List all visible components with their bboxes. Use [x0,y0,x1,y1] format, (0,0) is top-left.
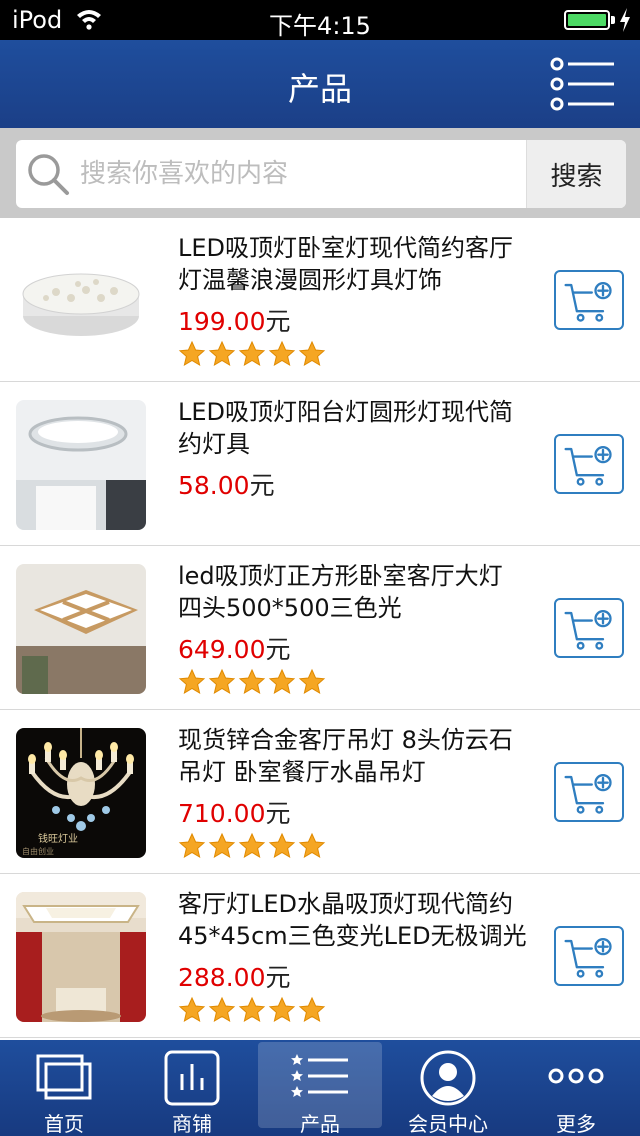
add-to-cart-icon[interactable] [554,270,624,330]
battery-icon [564,10,610,30]
price-value: 199.00 [178,307,266,336]
product-price: 710.00元 [178,794,291,830]
add-to-cart-icon[interactable] [554,434,624,494]
star-icon [268,340,296,367]
rating-stars [178,832,326,862]
status-bar: iPod 下午4:15 [0,0,640,40]
star-icon [268,996,296,1023]
rating-stars [178,996,326,1026]
star-icon [298,996,326,1023]
product-name: 客厅灯LED水晶吸顶灯现代简约45*45cm三色变光LED无极调光 [178,890,527,950]
price-value: 649.00 [178,635,266,664]
add-to-cart-icon[interactable] [554,926,624,986]
list-menu-icon[interactable] [548,54,618,114]
add-to-cart-icon[interactable] [554,598,624,658]
product-image-round-ceiling-lamp [16,236,146,366]
star-icon [208,832,236,859]
tab-home[interactable]: 首页 [0,1040,128,1136]
product-item[interactable]: 客厅灯LED水晶吸顶灯现代简约45*45cm三色变光LED无极调光 288.00… [0,874,640,1038]
price-unit: 元 [249,471,275,500]
product-name: led吸顶灯正方形卧室客厅大灯 四头500*500三色光 [178,562,503,622]
product-price: 649.00元 [178,630,291,666]
product-item[interactable]: 钱旺灯业 自由创业 现货锌合金客厅吊灯 8头仿云石吊灯 卧室餐厅水晶吊灯 710… [0,710,640,874]
tab-products[interactable]: 产品 [256,1040,384,1136]
product-image-crystal-chandelier: 钱旺灯业 自由创业 [16,728,146,858]
star-icon [298,668,326,695]
product-item[interactable]: led吸顶灯正方形卧室客厅大灯 四头500*500三色光 649.00元 [0,546,640,710]
star-icon [238,340,266,367]
tab-label: 更多 [556,1112,596,1136]
product-name: LED吸顶灯阳台灯圆形灯现代简约灯具 [178,398,514,458]
product-list-icon [291,1054,348,1097]
product-item[interactable]: LED吸顶灯卧室灯现代简约客厅灯温馨浪漫圆形灯具灯饰 199.00元 [0,218,640,382]
tab-label: 首页 [44,1112,84,1136]
price-unit: 元 [265,635,291,664]
price-unit: 元 [265,307,291,336]
add-to-cart-icon[interactable] [554,762,624,822]
tab-more[interactable]: 更多 [512,1040,640,1136]
product-image-crystal-ceiling-lamp [16,892,146,1022]
price-value: 288.00 [178,963,266,992]
search-area: 搜索 [0,128,640,218]
star-icon [238,832,266,859]
member-avatar-icon [420,1050,476,1106]
star-icon [178,668,206,695]
home-window-icon [36,1054,92,1100]
tab-label: 商铺 [172,1112,212,1136]
tab-bar: 首页 商铺 产品 会员中心 更多 [0,1040,640,1136]
nav-bar: 产品 [0,40,640,128]
star-icon [208,340,236,367]
tab-member-center[interactable]: 会员中心 [384,1040,512,1136]
thumb-watermark-2: 自由创业 [22,846,54,856]
product-name: LED吸顶灯卧室灯现代简约客厅灯温馨浪漫圆形灯具灯饰 [178,234,514,294]
product-image-balcony-lamp [16,400,146,530]
star-icon [268,832,296,859]
product-item[interactable]: LED吸顶灯阳台灯圆形灯现代简约灯具 58.00元 [0,382,640,546]
tab-shop[interactable]: 商铺 [128,1040,256,1136]
rating-stars [178,668,326,698]
search-button[interactable]: 搜索 [526,140,626,208]
price-unit: 元 [265,963,291,992]
battery-tip [611,16,615,24]
star-icon [298,832,326,859]
search-box: 搜索 [16,140,626,208]
search-icon [28,154,69,195]
star-icon [238,668,266,695]
price-value: 710.00 [178,799,266,828]
star-icon [208,668,236,695]
star-icon [298,340,326,367]
product-price: 288.00元 [178,958,291,994]
star-icon [178,832,206,859]
star-icon [208,996,236,1023]
star-icon [238,996,266,1023]
product-list: LED吸顶灯卧室灯现代简约客厅灯温馨浪漫圆形灯具灯饰 199.00元 LED吸顶… [0,218,640,1040]
tab-label: 产品 [300,1112,340,1136]
page-title: 产品 [287,70,352,108]
product-image-square-ceiling-lamp [16,564,146,694]
charging-bolt-icon [620,8,630,32]
more-dots-icon [548,1068,604,1084]
rating-stars [178,340,326,370]
status-time: 下午4:15 [269,12,371,40]
tab-label: 会员中心 [408,1112,488,1136]
product-price: 58.00元 [178,466,275,502]
star-icon [178,996,206,1023]
star-icon [178,340,206,367]
thumb-watermark-1: 钱旺灯业 [38,832,78,845]
product-name: 现货锌合金客厅吊灯 8头仿云石吊灯 卧室餐厅水晶吊灯 [178,726,513,786]
shop-chart-icon [164,1050,220,1106]
product-price: 199.00元 [178,302,291,338]
search-input[interactable] [80,140,520,208]
star-icon [268,668,296,695]
price-unit: 元 [265,799,291,828]
price-value: 58.00 [178,471,250,500]
